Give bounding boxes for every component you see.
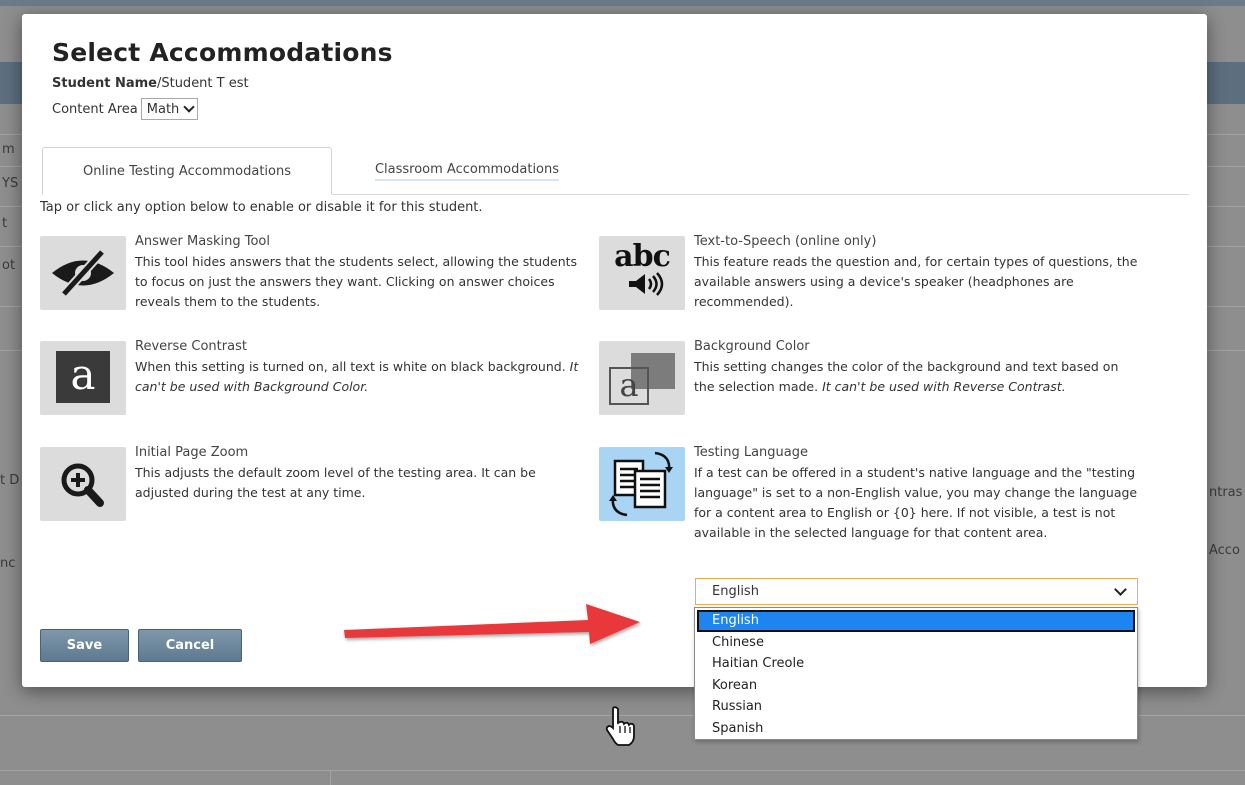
background-text-fragment: Acco: [1209, 543, 1240, 558]
language-documents-icon: [599, 447, 685, 521]
accommodation-reverse-contrast[interactable]: a Reverse Contrast When this setting is …: [40, 339, 580, 421]
reverse-contrast-glyph: a: [56, 351, 110, 403]
accommodation-description-text: When this setting is turned on, all text…: [135, 359, 570, 374]
content-area-line: Content Area Math: [52, 98, 199, 120]
student-name-label: Student Name: [52, 76, 157, 91]
language-option-russian[interactable]: Russian: [697, 696, 1135, 718]
background-column-divider: [330, 770, 331, 785]
cancel-button[interactable]: Cancel: [138, 629, 242, 662]
background-text-fragment: t: [2, 216, 8, 231]
select-accommodations-dialog: Select Accommodations Student Name/Stude…: [22, 14, 1207, 687]
zoom-in-icon: [40, 447, 126, 521]
accommodation-description: If a test can be offered in a student's …: [694, 465, 1138, 540]
accommodation-description: This tool hides answers that the student…: [135, 254, 578, 309]
accommodation-answer-masking[interactable]: Answer Masking Tool This tool hides answ…: [40, 234, 580, 326]
accommodation-title: Reverse Contrast: [135, 339, 247, 354]
accommodation-title: Initial Page Zoom: [135, 445, 249, 460]
tab-online-testing-accommodations[interactable]: Online Testing Accommodations: [42, 147, 332, 195]
content-area-select[interactable]: Math: [140, 98, 199, 120]
accommodation-description: This adjusts the default zoom level of t…: [135, 465, 536, 500]
accommodation-note: It can't be used with Reverse Contrast.: [822, 379, 1066, 394]
testing-language-select[interactable]: English: [695, 578, 1138, 605]
background-text-fragment: ntras: [1209, 485, 1243, 500]
tab-label: Classroom Accommodations: [374, 162, 560, 181]
language-option-spanish[interactable]: Spanish: [697, 718, 1135, 740]
tab-classroom-accommodations[interactable]: Classroom Accommodations: [338, 147, 596, 195]
accommodation-text-to-speech[interactable]: abc Text-to-Speech (online only) This fe…: [599, 234, 1159, 326]
chevron-down-icon: [1114, 582, 1127, 596]
background-color-icon: a: [599, 341, 685, 415]
testing-language-value: English: [712, 584, 759, 599]
student-name-line: Student Name/Student T est: [52, 76, 249, 91]
student-name-value: /Student T est: [156, 76, 249, 91]
content-area-value: Math: [146, 101, 180, 117]
abc-speaker-icon: abc: [599, 236, 685, 310]
accommodation-description: When this setting is turned on, all text…: [135, 357, 585, 397]
accommodation-initial-page-zoom[interactable]: Initial Page Zoom This adjusts the defau…: [40, 445, 580, 527]
accommodation-testing-language[interactable]: Testing Language If a test can be offere…: [599, 445, 1159, 577]
background-text-fragment: m: [2, 142, 15, 157]
accommodation-title: Background Color: [694, 339, 810, 354]
dialog-title: Select Accommodations: [52, 38, 393, 67]
background-text-fragment: ot: [2, 258, 16, 273]
chevron-down-icon: [183, 100, 195, 113]
accommodation-description: This setting changes the color of the ba…: [694, 357, 1134, 397]
eye-slash-icon: [40, 236, 126, 310]
annotation-arrow-icon: [344, 604, 640, 644]
language-option-chinese[interactable]: Chinese: [697, 632, 1135, 654]
background-top-bar: [0, 0, 1245, 6]
tab-label: Online Testing Accommodations: [83, 163, 291, 179]
language-option-english[interactable]: English: [697, 610, 1135, 632]
save-button[interactable]: Save: [40, 629, 129, 662]
testing-language-dropdown-list: English Chinese Haitian Creole Korean Ru…: [694, 607, 1138, 740]
language-option-korean[interactable]: Korean: [697, 675, 1135, 697]
background-text-fragment: YS: [2, 176, 19, 191]
background-row-divider: [0, 770, 1245, 771]
instruction-text: Tap or click any option below to enable …: [40, 200, 483, 215]
accommodation-title: Answer Masking Tool: [135, 234, 270, 249]
background-text-fragment: t D: [0, 473, 20, 488]
accommodation-title: Text-to-Speech (online only): [694, 234, 877, 249]
background-color-glyph: a: [609, 367, 649, 405]
accommodation-description: This feature reads the question and, for…: [694, 254, 1138, 309]
accommodation-title: Testing Language: [694, 445, 808, 460]
accommodation-background-color[interactable]: a Background Color This setting changes …: [599, 339, 1159, 431]
background-text-fragment: nc: [0, 556, 16, 571]
content-area-label: Content Area: [52, 101, 138, 117]
reverse-contrast-icon: a: [40, 341, 126, 415]
hand-pointer-cursor-icon: [605, 706, 635, 746]
language-option-haitian-creole[interactable]: Haitian Creole: [697, 653, 1135, 675]
